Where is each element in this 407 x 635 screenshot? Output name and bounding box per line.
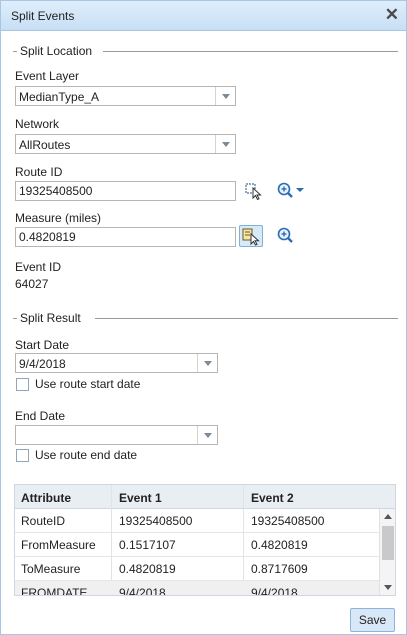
table-cell: ToMeasure [21,562,81,576]
zoom-in-icon [277,182,304,198]
event-id-label: Event ID [15,260,62,274]
section-divider [95,318,398,319]
use-route-start-date-label: Use route start date [35,377,141,391]
event-layer-select[interactable]: MedianType_A [15,86,236,106]
scroll-up-icon[interactable] [380,509,395,523]
zoom-in-icon[interactable] [276,225,300,247]
use-route-start-date-checkbox[interactable] [16,378,29,391]
scroll-down-icon[interactable] [380,581,395,595]
table-cell: 19325408500 [119,514,193,528]
measure-input[interactable] [15,227,236,247]
network-select[interactable]: AllRoutes [15,134,236,154]
chevron-down-icon[interactable] [215,87,235,105]
end-date-label: End Date [15,409,66,423]
table-cell: RouteID [21,514,66,528]
chevron-down-icon[interactable] [197,426,217,444]
save-button[interactable]: Save [350,608,395,632]
split-result-legend: Split Result [17,311,84,325]
grid-scrollbar[interactable] [379,509,395,595]
map-select-icon[interactable] [239,225,263,247]
table-row[interactable]: FROMDATE 9/4/2018 9/4/2018 [15,581,379,596]
map-select-icon[interactable] [242,180,266,202]
scrollbar-thumb[interactable] [382,526,394,560]
table-row[interactable]: RouteID 19325408500 19325408500 [15,509,379,533]
table-cell: 0.1517107 [119,538,176,552]
zoom-dropdown-button[interactable] [276,180,308,202]
dialog-title: Split Events [11,9,75,23]
split-result-grid: Attribute Event 1 Event 2 RouteID 193254… [14,484,396,596]
table-cell: 0.4820819 [251,538,308,552]
table-cell: FromMeasure [21,538,96,552]
end-date-picker[interactable] [15,425,218,445]
close-icon[interactable]: ✕ [385,5,399,25]
table-row[interactable]: ToMeasure 0.4820819 0.8717609 [15,557,379,581]
table-cell: 0.4820819 [119,562,176,576]
split-events-dialog: Split Events ✕ Split Location Event Laye… [0,0,407,635]
network-value: AllRoutes [19,138,71,152]
start-date-value: 9/4/2018 [19,357,66,371]
use-route-end-date-checkbox[interactable] [16,449,29,462]
table-cell: 9/4/2018 [119,586,166,596]
start-date-picker[interactable]: 9/4/2018 [15,353,218,373]
column-header[interactable]: Attribute [21,491,71,505]
route-id-input[interactable] [15,181,236,201]
chevron-down-icon[interactable] [215,135,235,153]
event-layer-label: Event Layer [15,69,80,83]
measure-label: Measure (miles) [15,211,102,225]
network-label: Network [15,117,60,131]
column-header[interactable]: Event 2 [251,491,294,505]
event-layer-value: MedianType_A [19,90,100,104]
chevron-down-icon[interactable] [197,354,217,372]
table-cell: 9/4/2018 [251,586,298,596]
event-id-value: 64027 [15,277,49,291]
split-location-legend: Split Location [17,44,96,58]
start-date-label: Start Date [15,338,70,352]
grid-header: Attribute Event 1 Event 2 [15,485,395,509]
use-route-end-date-label: Use route end date [35,448,138,462]
table-cell: FROMDATE [21,586,88,596]
title-bar: Split Events ✕ [1,1,406,31]
table-cell: 19325408500 [251,514,325,528]
section-divider [103,51,398,52]
column-header[interactable]: Event 1 [119,491,162,505]
table-cell: 0.8717609 [251,562,308,576]
route-id-label: Route ID [15,165,63,179]
table-row[interactable]: FromMeasure 0.1517107 0.4820819 [15,533,379,557]
